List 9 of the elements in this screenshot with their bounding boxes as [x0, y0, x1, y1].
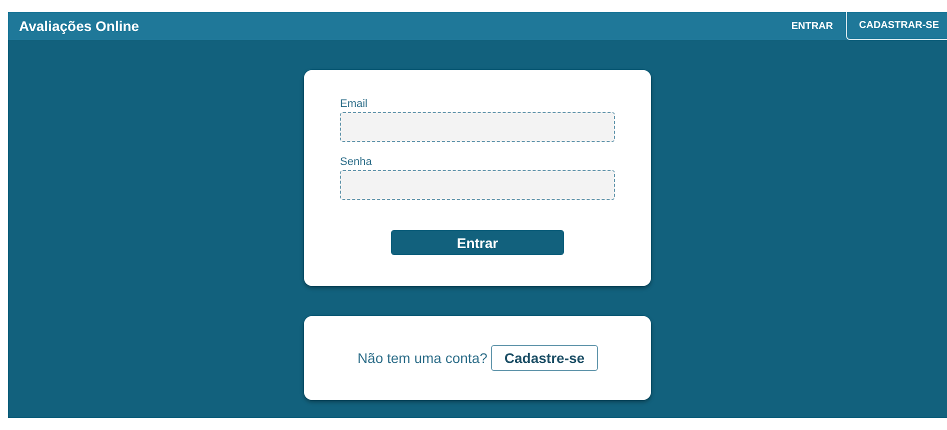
signup-button[interactable]: Cadastre-se — [491, 345, 598, 371]
login-button[interactable]: Entrar — [391, 230, 564, 255]
signup-prompt: Não tem uma conta? — [357, 350, 488, 366]
nav-link[interactable]: ENTRAR — [778, 12, 846, 40]
input-field[interactable] — [340, 170, 615, 200]
field-label: Email — [340, 98, 369, 110]
input-field[interactable] — [340, 112, 615, 142]
field-label: Senha — [340, 156, 373, 168]
app-title: Avaliações Online — [19, 18, 140, 34]
